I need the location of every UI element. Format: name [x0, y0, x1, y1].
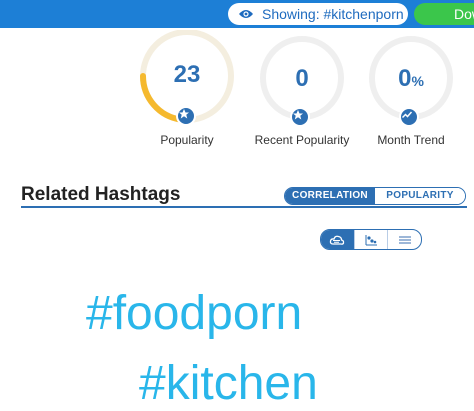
popularity-value: 23: [173, 61, 201, 88]
view-mode-group: [320, 229, 422, 250]
star-icon: [290, 107, 310, 127]
scatter-view-button[interactable]: [353, 230, 388, 249]
hashtag-foodporn[interactable]: #foodporn: [86, 286, 302, 341]
list-icon: [398, 235, 411, 244]
showing-selector[interactable]: Showing: #kitchenporn: [228, 3, 408, 25]
trend-icon: [399, 107, 419, 127]
eye-icon: [239, 10, 253, 18]
month-trend-label: Month Trend: [377, 133, 445, 147]
sort-toggle: CORRELATION POPULARITY: [284, 187, 466, 205]
section-title: Related Hashtags: [21, 184, 181, 205]
month-trend-number: 0: [398, 65, 412, 92]
cloud-view-button[interactable]: [321, 230, 354, 249]
recent-popularity-gauge: 0 Recent Popularity: [255, 34, 349, 147]
popularity-gauge: 23 Popularity: [137, 30, 237, 147]
section-divider: [21, 206, 467, 208]
hashtag-kitchen[interactable]: #kitchen: [139, 356, 318, 411]
recent-popularity-value: 0: [295, 65, 309, 92]
month-trend-value: 0%: [368, 65, 454, 93]
list-view-button[interactable]: [387, 230, 421, 249]
showing-text: Showing: #kitchenporn: [262, 6, 404, 22]
month-trend-unit: %: [411, 73, 424, 89]
scatter-icon: [365, 234, 377, 245]
tab-popularity[interactable]: POPULARITY: [375, 188, 465, 204]
download-button[interactable]: Download: [414, 3, 474, 25]
cloud-icon: [330, 235, 345, 245]
tab-correlation[interactable]: CORRELATION: [285, 188, 375, 204]
month-trend-gauge: 0% Month Trend: [368, 34, 454, 147]
star-icon: [176, 106, 196, 126]
